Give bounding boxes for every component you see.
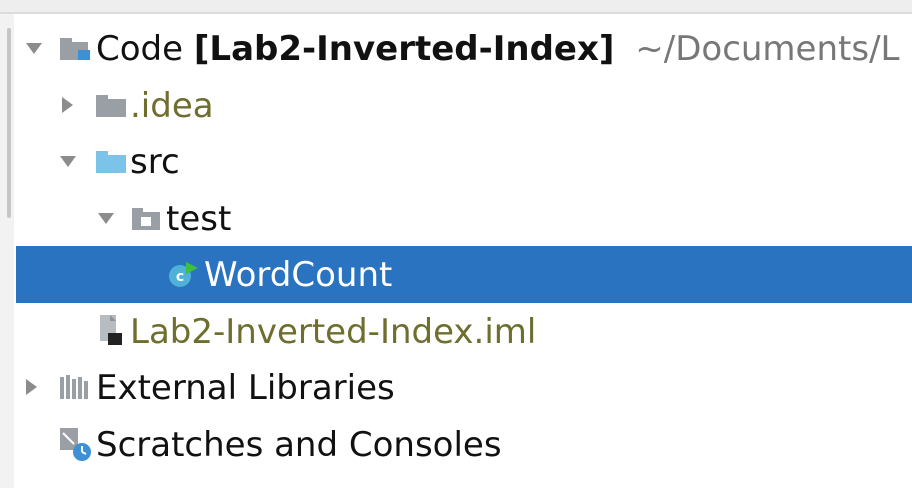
tree-item-idea[interactable]: .idea (16, 77, 912, 134)
root-name: Code (96, 29, 184, 69)
scrollbar-thumb[interactable] (7, 28, 11, 218)
java-class-icon: c (169, 262, 198, 287)
tree-item-label: WordCount (204, 255, 393, 295)
tree-item-wordcount[interactable]: c WordCount (16, 246, 912, 303)
folder-icon (96, 94, 126, 117)
vertical-scrollbar[interactable] (0, 14, 14, 488)
chevron-down-icon[interactable] (98, 212, 114, 224)
chevron-right-icon[interactable] (26, 379, 37, 395)
source-folder-icon (96, 151, 126, 173)
tree-item-external-libraries[interactable]: External Libraries (16, 359, 912, 416)
root-module: [Lab2-Inverted-Index] (193, 29, 615, 69)
panel-top-border (0, 0, 912, 14)
root-path: ~/Documents/L (635, 29, 900, 69)
chevron-right-icon[interactable] (62, 96, 73, 113)
tree-item-label: Scratches and Consoles (96, 424, 502, 465)
module-folder-icon (60, 38, 90, 60)
tree-item-label: Lab2-Inverted-Index.iml (130, 311, 537, 352)
tree-item-test[interactable]: test (16, 190, 912, 247)
scratches-icon (60, 427, 91, 461)
libraries-icon (60, 375, 88, 399)
tree-item-label: test (166, 198, 232, 239)
chevron-down-icon[interactable] (26, 43, 42, 54)
svg-text:c: c (176, 269, 184, 285)
tree-item-root[interactable]: Code [Lab2-Inverted-Index] ~/Documents/L (16, 20, 912, 77)
tree-item-label: src (130, 142, 180, 182)
package-folder-icon (132, 207, 160, 230)
tree-item-scratches[interactable]: Scratches and Consoles (16, 416, 912, 473)
tree-item-label: External Libraries (96, 368, 395, 408)
chevron-down-icon[interactable] (60, 156, 76, 167)
tree-item-label: .idea (130, 85, 214, 126)
project-tree: Code [Lab2-Inverted-Index] ~/Documents/L… (16, 20, 912, 472)
tree-item-iml[interactable]: Lab2-Inverted-Index.iml (16, 303, 912, 360)
iml-file-icon (100, 314, 122, 345)
tree-item-src[interactable]: src (16, 133, 912, 190)
